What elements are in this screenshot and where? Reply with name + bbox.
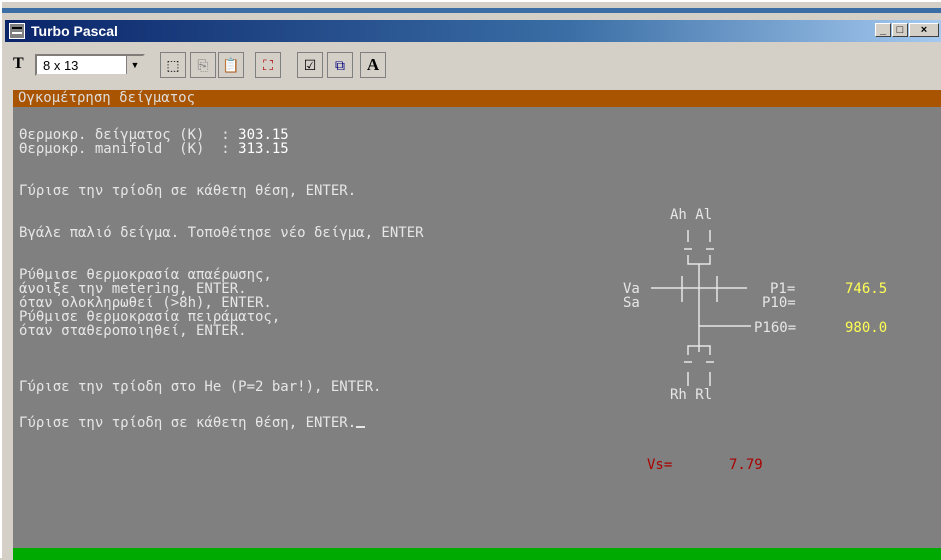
copy-icon[interactable]: ⎘ bbox=[190, 52, 216, 78]
close-button[interactable]: × bbox=[909, 23, 939, 37]
msdos-app-icon[interactable] bbox=[9, 23, 25, 39]
diagram-label-va: Va bbox=[623, 281, 640, 297]
status-bar bbox=[13, 548, 941, 560]
p1-label: P1= bbox=[770, 281, 796, 297]
mark-icon[interactable]: ⬚ bbox=[160, 52, 186, 78]
vs-value: 7.79 bbox=[729, 457, 763, 473]
minimize-button[interactable]: _ bbox=[875, 23, 891, 37]
vs-label: Vs= bbox=[647, 457, 673, 473]
fullscreen-icon[interactable]: ⛶ bbox=[255, 52, 281, 78]
background-icon[interactable]: ⧉ bbox=[327, 52, 353, 78]
p1-value: 746.5 bbox=[845, 281, 888, 297]
desktop-strip bbox=[2, 2, 941, 20]
console-screen[interactable]: Ογκομέτρηση δείγματος Θερμοκρ. δείγματος… bbox=[13, 90, 941, 560]
p160-label: P160= bbox=[754, 320, 797, 336]
font-icon[interactable]: A bbox=[360, 52, 386, 78]
font-size-value: 8 x 13 bbox=[43, 58, 79, 73]
p10-label: P10= bbox=[762, 295, 796, 311]
maximize-button[interactable]: □ bbox=[892, 23, 908, 37]
window-title: Turbo Pascal bbox=[31, 23, 118, 39]
console-window: Turbo Pascal _ □ × T 8 x 13 ▼ ⬚ ⎘ 📋 ⛶ ☑ … bbox=[0, 0, 941, 560]
paste-icon[interactable]: 📋 bbox=[218, 52, 244, 78]
p160-value: 980.0 bbox=[845, 320, 888, 336]
manifold-diagram bbox=[651, 230, 751, 386]
properties-icon[interactable]: ☑ bbox=[297, 52, 323, 78]
font-size-select[interactable]: 8 x 13 ▼ bbox=[35, 54, 145, 76]
diagram-label-sa: Sa bbox=[623, 295, 640, 311]
diagram-label-rh-rl: Rh Rl bbox=[670, 387, 713, 403]
toolbar: T 8 x 13 ▼ ⬚ ⎘ 📋 ⛶ ☑ ⧉ A bbox=[5, 44, 941, 88]
title-bar[interactable]: Turbo Pascal _ □ × bbox=[5, 20, 941, 42]
truetype-font-icon: T bbox=[13, 55, 24, 72]
chevron-down-icon[interactable]: ▼ bbox=[126, 56, 143, 74]
diagram-label-ah-al: Ah Al bbox=[670, 207, 713, 223]
